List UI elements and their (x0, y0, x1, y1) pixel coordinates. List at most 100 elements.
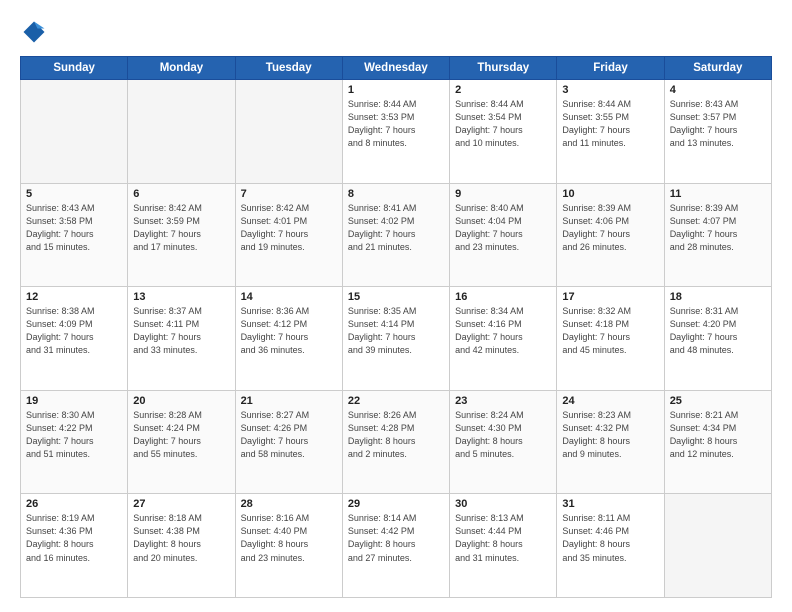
day-number: 31 (562, 498, 658, 510)
day-number: 11 (670, 188, 766, 200)
day-info: Sunrise: 8:27 AM Sunset: 4:26 PM Dayligh… (241, 409, 337, 461)
header (20, 18, 772, 46)
day-cell: 19Sunrise: 8:30 AM Sunset: 4:22 PM Dayli… (21, 390, 128, 494)
day-info: Sunrise: 8:16 AM Sunset: 4:40 PM Dayligh… (241, 512, 337, 564)
day-info: Sunrise: 8:44 AM Sunset: 3:54 PM Dayligh… (455, 98, 551, 150)
day-info: Sunrise: 8:36 AM Sunset: 4:12 PM Dayligh… (241, 305, 337, 357)
day-cell: 1 Sunrise: 8:44 AM Sunset: 3:53 PM Daylig… (342, 80, 449, 184)
day-info: Sunrise: 8:38 AM Sunset: 4:09 PM Dayligh… (26, 305, 122, 357)
week-row-5: 26 Sunrise: 8:19 AM Sunset: 4:36 PM Dayli… (21, 494, 772, 598)
day-cell (235, 80, 342, 184)
day-info: Sunrise: 8:35 AM Sunset: 4:14 PM Dayligh… (348, 305, 444, 357)
day-number: 5 (26, 188, 122, 200)
page: SundayMondayTuesdayWednesdayThursdayFrid… (0, 0, 792, 612)
day-info: Sunrise: 8:30 AM Sunset: 4:22 PM Dayligh… (26, 409, 122, 461)
day-number: 21 (241, 395, 337, 407)
day-cell: 28 Sunrise: 8:16 AM Sunset: 4:40 PM Dayli… (235, 494, 342, 598)
day-cell: 3Sunrise: 8:44 AM Sunset: 3:55 PM Daylig… (557, 80, 664, 184)
week-row-4: 19Sunrise: 8:30 AM Sunset: 4:22 PM Dayli… (21, 390, 772, 494)
day-cell: 4Sunrise: 8:43 AM Sunset: 3:57 PM Daylig… (664, 80, 771, 184)
day-cell: 18Sunrise: 8:31 AM Sunset: 4:20 PM Dayli… (664, 287, 771, 391)
day-number: 10 (562, 188, 658, 200)
day-info: Sunrise: 8:43 AM Sunset: 3:57 PM Dayligh… (670, 98, 766, 150)
day-number: 25 (670, 395, 766, 407)
day-number: 1 (348, 84, 444, 96)
weekday-header-sunday: Sunday (21, 57, 128, 80)
week-row-3: 12 Sunrise: 8:38 AM Sunset: 4:09 PM Dayli… (21, 287, 772, 391)
day-cell (21, 80, 128, 184)
day-info: Sunrise: 8:21 AM Sunset: 4:34 PM Dayligh… (670, 409, 766, 461)
day-cell: 23 Sunrise: 8:24 AM Sunset: 4:30 PM Dayli… (450, 390, 557, 494)
weekday-header-tuesday: Tuesday (235, 57, 342, 80)
day-info: Sunrise: 8:14 AM Sunset: 4:42 PM Dayligh… (348, 512, 444, 564)
day-cell: 24Sunrise: 8:23 AM Sunset: 4:32 PM Dayli… (557, 390, 664, 494)
day-cell: 14Sunrise: 8:36 AM Sunset: 4:12 PM Dayli… (235, 287, 342, 391)
weekday-header-friday: Friday (557, 57, 664, 80)
day-number: 27 (133, 498, 229, 510)
day-info: Sunrise: 8:31 AM Sunset: 4:20 PM Dayligh… (670, 305, 766, 357)
day-cell: 5 Sunrise: 8:43 AM Sunset: 3:58 PM Daylig… (21, 183, 128, 287)
weekday-header-row: SundayMondayTuesdayWednesdayThursdayFrid… (21, 57, 772, 80)
day-number: 17 (562, 291, 658, 303)
day-cell: 22 Sunrise: 8:26 AM Sunset: 4:28 PM Dayli… (342, 390, 449, 494)
weekday-header-monday: Monday (128, 57, 235, 80)
day-number: 29 (348, 498, 444, 510)
day-cell: 7 Sunrise: 8:42 AM Sunset: 4:01 PM Daylig… (235, 183, 342, 287)
day-cell: 2 Sunrise: 8:44 AM Sunset: 3:54 PM Daylig… (450, 80, 557, 184)
day-number: 24 (562, 395, 658, 407)
day-cell: 21 Sunrise: 8:27 AM Sunset: 4:26 PM Dayli… (235, 390, 342, 494)
day-number: 20 (133, 395, 229, 407)
day-cell: 25 Sunrise: 8:21 AM Sunset: 4:34 PM Dayli… (664, 390, 771, 494)
logo-icon (20, 18, 48, 46)
day-cell: 30Sunrise: 8:13 AM Sunset: 4:44 PM Dayli… (450, 494, 557, 598)
day-number: 12 (26, 291, 122, 303)
day-number: 6 (133, 188, 229, 200)
day-number: 15 (348, 291, 444, 303)
day-info: Sunrise: 8:13 AM Sunset: 4:44 PM Dayligh… (455, 512, 551, 564)
week-row-1: 1 Sunrise: 8:44 AM Sunset: 3:53 PM Daylig… (21, 80, 772, 184)
day-cell (128, 80, 235, 184)
day-info: Sunrise: 8:39 AM Sunset: 4:06 PM Dayligh… (562, 202, 658, 254)
day-number: 26 (26, 498, 122, 510)
logo (20, 18, 52, 46)
day-info: Sunrise: 8:42 AM Sunset: 4:01 PM Dayligh… (241, 202, 337, 254)
day-cell: 6Sunrise: 8:42 AM Sunset: 3:59 PM Daylig… (128, 183, 235, 287)
day-info: Sunrise: 8:40 AM Sunset: 4:04 PM Dayligh… (455, 202, 551, 254)
day-number: 9 (455, 188, 551, 200)
day-info: Sunrise: 8:32 AM Sunset: 4:18 PM Dayligh… (562, 305, 658, 357)
day-cell: 26 Sunrise: 8:19 AM Sunset: 4:36 PM Dayli… (21, 494, 128, 598)
day-cell: 9 Sunrise: 8:40 AM Sunset: 4:04 PM Daylig… (450, 183, 557, 287)
day-number: 2 (455, 84, 551, 96)
day-info: Sunrise: 8:44 AM Sunset: 3:55 PM Dayligh… (562, 98, 658, 150)
day-info: Sunrise: 8:44 AM Sunset: 3:53 PM Dayligh… (348, 98, 444, 150)
week-row-2: 5 Sunrise: 8:43 AM Sunset: 3:58 PM Daylig… (21, 183, 772, 287)
day-number: 13 (133, 291, 229, 303)
day-number: 22 (348, 395, 444, 407)
day-number: 23 (455, 395, 551, 407)
day-info: Sunrise: 8:28 AM Sunset: 4:24 PM Dayligh… (133, 409, 229, 461)
day-cell: 11 Sunrise: 8:39 AM Sunset: 4:07 PM Dayli… (664, 183, 771, 287)
day-info: Sunrise: 8:41 AM Sunset: 4:02 PM Dayligh… (348, 202, 444, 254)
day-info: Sunrise: 8:43 AM Sunset: 3:58 PM Dayligh… (26, 202, 122, 254)
weekday-header-saturday: Saturday (664, 57, 771, 80)
day-info: Sunrise: 8:34 AM Sunset: 4:16 PM Dayligh… (455, 305, 551, 357)
day-cell (664, 494, 771, 598)
day-info: Sunrise: 8:26 AM Sunset: 4:28 PM Dayligh… (348, 409, 444, 461)
day-cell: 31 Sunrise: 8:11 AM Sunset: 4:46 PM Dayli… (557, 494, 664, 598)
day-number: 28 (241, 498, 337, 510)
day-cell: 10 Sunrise: 8:39 AM Sunset: 4:06 PM Dayli… (557, 183, 664, 287)
day-info: Sunrise: 8:37 AM Sunset: 4:11 PM Dayligh… (133, 305, 229, 357)
day-info: Sunrise: 8:24 AM Sunset: 4:30 PM Dayligh… (455, 409, 551, 461)
day-cell: 17 Sunrise: 8:32 AM Sunset: 4:18 PM Dayli… (557, 287, 664, 391)
calendar-table: SundayMondayTuesdayWednesdayThursdayFrid… (20, 56, 772, 598)
day-info: Sunrise: 8:39 AM Sunset: 4:07 PM Dayligh… (670, 202, 766, 254)
weekday-header-thursday: Thursday (450, 57, 557, 80)
day-info: Sunrise: 8:11 AM Sunset: 4:46 PM Dayligh… (562, 512, 658, 564)
day-info: Sunrise: 8:19 AM Sunset: 4:36 PM Dayligh… (26, 512, 122, 564)
day-number: 7 (241, 188, 337, 200)
day-cell: 15 Sunrise: 8:35 AM Sunset: 4:14 PM Dayli… (342, 287, 449, 391)
weekday-header-wednesday: Wednesday (342, 57, 449, 80)
day-cell: 20 Sunrise: 8:28 AM Sunset: 4:24 PM Dayli… (128, 390, 235, 494)
day-cell: 27Sunrise: 8:18 AM Sunset: 4:38 PM Dayli… (128, 494, 235, 598)
day-number: 8 (348, 188, 444, 200)
